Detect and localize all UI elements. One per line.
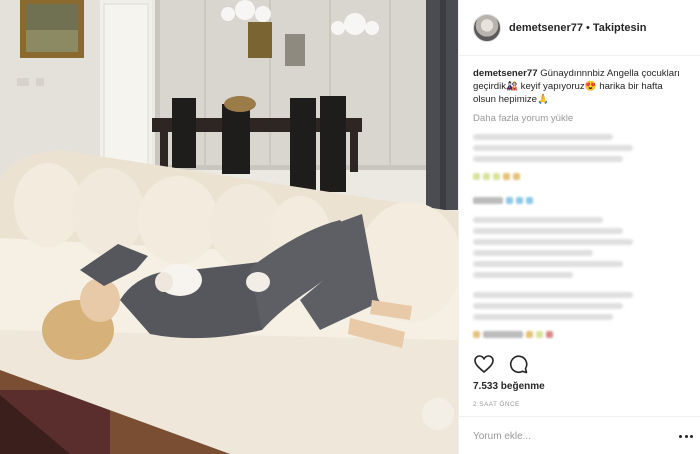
- blurred-line: [473, 145, 633, 151]
- blurred-line: [473, 250, 593, 256]
- more-options-icon[interactable]: [679, 430, 693, 442]
- caption-username[interactable]: demetsener77: [473, 68, 538, 79]
- comment-box: [459, 416, 700, 454]
- blurred-emojis: [473, 167, 687, 185]
- comment-button[interactable]: [507, 353, 529, 375]
- blurred-line: [473, 156, 623, 162]
- blurred-line: [473, 292, 633, 298]
- heart-outline-icon: [474, 355, 494, 373]
- header-separator: •: [586, 21, 590, 34]
- blurred-emojis: [473, 191, 687, 209]
- speech-bubble-icon: [509, 355, 528, 374]
- load-more-comments[interactable]: Daha fazla yorum yükle: [473, 113, 687, 124]
- blurred-line: [473, 228, 623, 234]
- comment-input[interactable]: [473, 427, 663, 445]
- photo-illustration: [0, 0, 458, 454]
- blurred-line: [473, 217, 603, 223]
- post-time: 2 SAAT ÖNCE: [473, 401, 520, 408]
- post-header: demetsener77 • Takiptesin: [459, 0, 700, 56]
- blurred-line: [473, 134, 613, 140]
- blurred-emojis: [473, 325, 687, 343]
- like-count[interactable]: 7.533 beğenme: [473, 381, 545, 392]
- comments-area: demetsener77 Günaydınnnbiz Angella çocuk…: [459, 56, 700, 346]
- avatar[interactable]: [473, 13, 501, 42]
- blurred-line: [473, 261, 623, 267]
- blurred-line: [473, 272, 573, 278]
- blurred-line: [473, 314, 613, 320]
- like-button[interactable]: [473, 353, 495, 375]
- blurred-line: [473, 239, 633, 245]
- header-username[interactable]: demetsener77: [509, 22, 583, 34]
- caption: demetsener77 Günaydınnnbiz Angella çocuk…: [473, 67, 687, 106]
- action-bar: [473, 352, 541, 376]
- post-side-panel: demetsener77 • Takiptesin demetsener77 G…: [458, 0, 700, 454]
- follow-status[interactable]: Takiptesin: [593, 22, 647, 34]
- blurred-line: [473, 303, 623, 309]
- post-photo[interactable]: [0, 0, 458, 454]
- blurred-comments: [473, 134, 687, 343]
